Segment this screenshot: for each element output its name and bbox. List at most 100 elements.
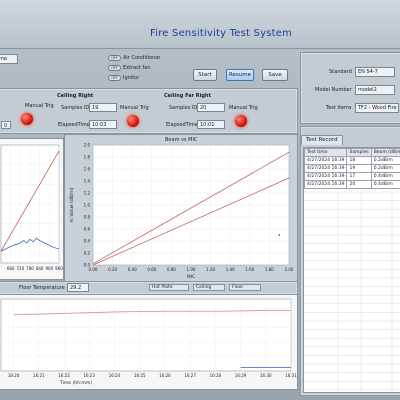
beam-ytick-label: 1.4 <box>84 179 91 184</box>
time-xtick-label: 16:26 <box>159 373 171 378</box>
beam-xtick-label: 0.40 <box>128 267 137 272</box>
legend-hot-plate-label: Hot Plate <box>152 285 173 290</box>
app-screen: Fire Sensitivity Test System me OFF Air … <box>0 0 400 400</box>
beam-xtick-label: 1.20 <box>206 267 215 272</box>
left-chart-panel: 660 720 780 840 900 960 <box>0 138 64 280</box>
beam-chart: 2.01.81.61.41.21.00.80.60.40.20.00.00 0.2… <box>69 143 294 281</box>
app-title: Fire Sensitivity Test System <box>150 28 293 39</box>
time-xtick-label: 16:22 <box>58 373 70 378</box>
beam-ylabel: m Value (dB/m) <box>69 187 75 222</box>
legend-floor[interactable]: Floor <box>229 284 261 291</box>
header-samples[interactable]: Samples <box>346 148 372 157</box>
time-xtick-label: 16:28 <box>210 373 222 378</box>
beam-xtick-label: 1.00 <box>187 267 196 272</box>
header-test-time[interactable]: Test time <box>304 148 348 157</box>
cell-samples: 18 <box>346 156 372 165</box>
time-plot-area <box>0 298 292 372</box>
extract-fan-toggle[interactable]: OFF <box>108 65 121 71</box>
time-chart-panel: 16:20 16:21 16:22 16:23 16:24 16:25 16:26 16:27… <box>0 294 298 390</box>
name-field[interactable]: me <box>0 54 18 64</box>
beam-ytick-label: 2.0 <box>84 143 91 148</box>
beam-data-point <box>278 234 281 236</box>
beam-ytick-label: 0.6 <box>84 227 91 232</box>
time-xtick-label: 16:25 <box>134 373 146 378</box>
beam-xtick-label: 1.60 <box>245 267 254 272</box>
beam-xtick-label: 1.80 <box>265 267 274 272</box>
start-button[interactable]: Start <box>193 69 217 81</box>
test-record-table: Test time Samples Beam (dB/m) V 4/27/202… <box>304 148 400 189</box>
time-xtick-label: 16:27 <box>184 373 196 378</box>
beam-ytick-label: 1.6 <box>84 167 91 172</box>
cell-samples: 19 <box>346 164 372 173</box>
elapsed-field-0: 0 <box>1 121 11 129</box>
elapsed-field-2: 10:01 <box>197 120 225 129</box>
legend-hot-plate[interactable]: Hot Plate <box>149 284 189 291</box>
test-items-field[interactable]: TF2 - Wood Fire <box>355 103 399 113</box>
left-xtick-label: 720 <box>17 266 25 271</box>
legend-ceiling[interactable]: Ceiling <box>193 284 225 291</box>
legend-floor-label: Floor <box>232 285 244 290</box>
header-beam[interactable]: Beam (dB/m) <box>370 148 400 157</box>
alarm-led-2 <box>235 115 247 127</box>
save-button[interactable]: Save <box>262 69 288 81</box>
time-xtick-label: 16:21 <box>33 373 45 378</box>
time-xtick-label: 16:24 <box>109 373 121 378</box>
beam-ytick-label: 1.8 <box>84 155 91 160</box>
table-row[interactable]: 4/27/2024 16:39 20 0.4dB/m N <box>304 180 400 189</box>
test-info-panel: Standard EN 54-7 Model Number model2 Tes… <box>300 52 400 124</box>
beam-xtick-label: 0.00 <box>89 267 98 272</box>
test-items-label: Test Items <box>326 105 352 111</box>
beam-ytick-label: 0.2 <box>84 251 91 256</box>
time-xtick-label: 16:29 <box>235 373 247 378</box>
table-row[interactable]: 4/27/2024 16:39 19 0.2dB/m N <box>304 164 400 173</box>
air-conditioner-label: Air Conditioner <box>123 55 161 61</box>
beam-chart-panel: Beam vs MIC 2.0 1.8 1.6 1.4 1.2 1.0 0.8 0.6 0.4 0… <box>64 134 298 282</box>
table-header-row: Test time Samples Beam (dB/m) V <box>304 148 400 157</box>
resume-button[interactable]: Resume <box>226 69 254 81</box>
left-xtick-label: 960 <box>55 266 63 271</box>
cell-samples: 17 <box>346 172 372 181</box>
beam-xlabel: MIC <box>187 274 195 280</box>
title-bar: Fire Sensitivity Test System <box>0 0 400 49</box>
manual-trig-label-0: Manual Trig <box>25 103 54 109</box>
temperature-row: Floor Temperature 29.2 Hot Plate Ceiling… <box>0 281 298 295</box>
samples-label-2: Samples ID <box>169 105 198 111</box>
air-conditioner-toggle[interactable]: OFF <box>108 55 121 61</box>
table-row[interactable]: 4/27/2024 16:39 17 0.4dB/m N <box>304 172 400 181</box>
time-xlabel: Time (hh:mm) <box>59 380 92 386</box>
ignitor-toggle[interactable]: OFF <box>108 75 121 81</box>
cell-samples: 20 <box>346 180 372 189</box>
table-row[interactable]: 4/27/2024 16:39 18 0.2dB/m N <box>304 156 400 165</box>
samples-label-1: Samples ID <box>61 105 90 111</box>
beam-ytick-label: 1.2 <box>84 191 91 196</box>
cell-time: 4/27/2024 16:39 <box>304 180 348 189</box>
time-chart: 16:20 16:21 16:22 16:23 16:24 16:25 16:26 16:27… <box>0 298 297 386</box>
left-xtick-label: 780 <box>26 266 34 271</box>
floor-temperature-value: 29.2 <box>67 283 89 292</box>
time-xtick-label: 16:23 <box>83 373 95 378</box>
beam-ytick-label: 1.0 <box>84 203 91 208</box>
elapsed-label-2: ElapsedTime <box>166 122 198 128</box>
cell-time: 4/27/2024 16:39 <box>304 164 348 173</box>
model-number-label: Model Number <box>315 87 352 93</box>
floor-temperature-label: Floor Temperature <box>19 285 65 291</box>
beam-xtick-label: 0.80 <box>167 267 176 272</box>
cell-beam: 0.2dB/m <box>370 156 400 165</box>
model-number-field[interactable]: model2 <box>355 85 395 95</box>
beam-ytick-label: 0.4 <box>84 239 91 244</box>
time-xtick-label: 16:30 <box>260 373 272 378</box>
tab-test-record[interactable]: Test Record <box>301 135 343 145</box>
beam-xtick-label: 1.40 <box>226 267 235 272</box>
manual-trig-label-1: Manual Trig <box>120 105 149 111</box>
sensor-panel: Manual Trig 0 Ceiling Right Samples ID 1… <box>0 88 298 134</box>
standard-field[interactable]: EN 54-7 <box>355 67 395 77</box>
sensor-title-ceiling-right: Ceiling Right <box>57 93 94 99</box>
legend-ceiling-label: Ceiling <box>196 285 212 290</box>
extract-fan-label: Extract fan <box>123 65 151 71</box>
sensor-title-ceiling-far-right: Ceiling Far Right <box>164 93 211 99</box>
left-xtick-label: 900 <box>46 266 54 271</box>
beam-xtick-label: 0.20 <box>108 267 117 272</box>
beam-xtick-label: 0.60 <box>147 267 156 272</box>
alarm-led-1 <box>127 115 139 127</box>
standard-label: Standard <box>329 69 352 75</box>
